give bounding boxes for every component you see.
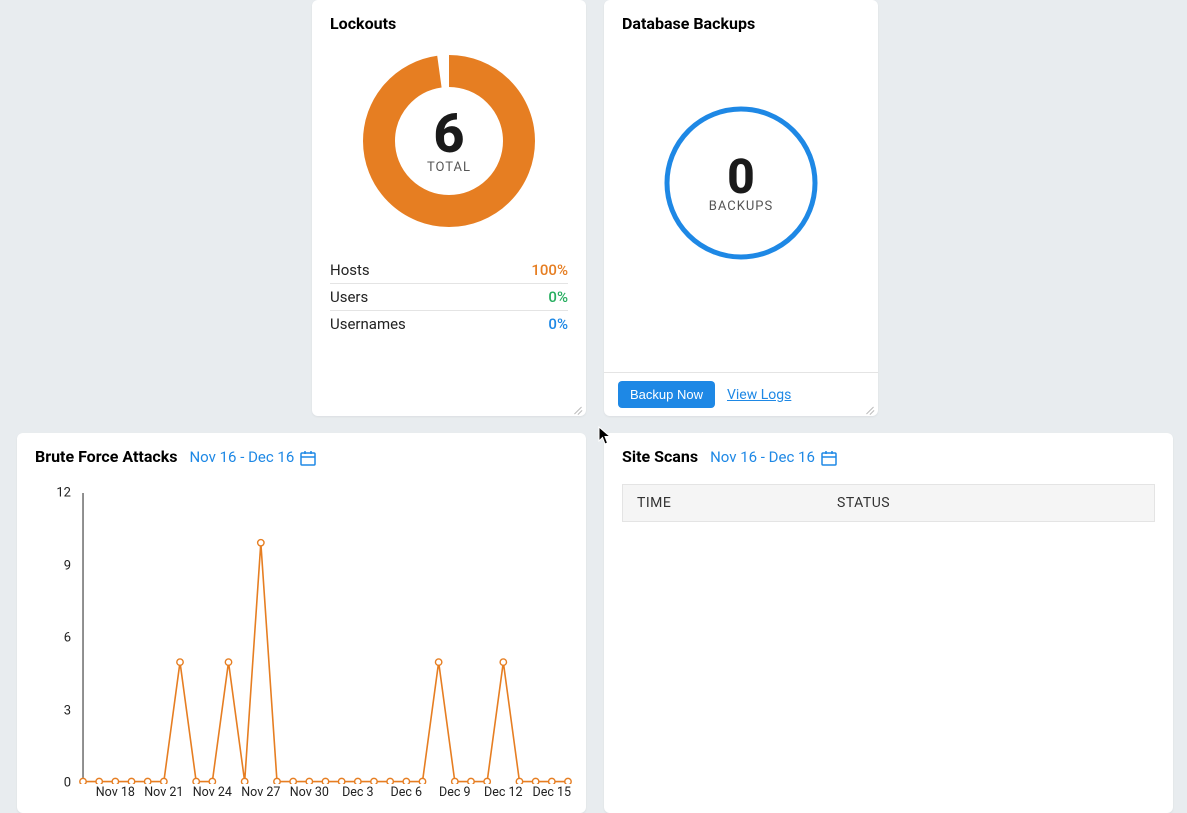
- breakdown-value: 0%: [548, 288, 568, 306]
- bruteforce-card: Brute Force Attacks Nov 16 - Dec 16 0 3 6 9…: [17, 433, 586, 813]
- chart-x-axis: Nov 18 Nov 21 Nov 24 Nov 27 Nov 30 Dec 3 Dec 6…: [75, 785, 576, 803]
- bruteforce-title: Brute Force Attacks: [35, 447, 177, 466]
- col-status-header: STATUS: [823, 485, 1154, 521]
- breakdown-row-users: Users 0%: [330, 283, 568, 310]
- breakdown-label: Users: [330, 288, 368, 306]
- sitescans-date-range[interactable]: Nov 16 - Dec 16: [710, 448, 837, 466]
- x-tick: Dec 3: [342, 785, 374, 800]
- x-tick: Dec 9: [439, 785, 471, 800]
- backups-title: Database Backups: [622, 14, 860, 33]
- x-tick: Nov 21: [144, 785, 183, 800]
- x-tick: Dec 6: [391, 785, 423, 800]
- y-tick: 9: [47, 558, 71, 573]
- calendar-icon: [821, 450, 837, 464]
- lockouts-total-value: 6: [433, 108, 464, 162]
- breakdown-label: Usernames: [330, 315, 406, 333]
- breakdown-label: Hosts: [330, 261, 370, 279]
- x-tick: Nov 24: [193, 785, 232, 800]
- breakdown-row-hosts: Hosts 100%: [330, 257, 568, 283]
- lockouts-title: Lockouts: [330, 14, 568, 33]
- table-header-row: TIME STATUS: [622, 484, 1155, 522]
- backups-card: Database Backups 0 BACKUPS Backup Now Vi…: [604, 0, 878, 416]
- backups-circle-wrap: 0 BACKUPS: [622, 103, 860, 263]
- breakdown-value: 0%: [548, 315, 568, 333]
- lockouts-card: Lockouts 6 TOTAL Hosts 100% Users 0% Use…: [312, 0, 586, 416]
- x-tick: Nov 27: [241, 785, 280, 800]
- resize-handle[interactable]: [573, 404, 583, 414]
- backups-label: BACKUPS: [709, 199, 773, 214]
- backups-value: 0: [727, 153, 755, 201]
- x-tick: Dec 12: [484, 785, 523, 800]
- y-tick: 0: [47, 776, 71, 791]
- col-time-header: TIME: [623, 485, 823, 521]
- y-tick: 6: [47, 631, 71, 646]
- x-tick: Nov 30: [290, 785, 329, 800]
- x-tick: Dec 15: [533, 785, 572, 800]
- lockouts-donut: 6 TOTAL: [330, 51, 568, 231]
- backup-now-button[interactable]: Backup Now: [618, 381, 715, 408]
- y-tick: 3: [47, 703, 71, 718]
- y-tick: 12: [47, 486, 71, 501]
- backups-footer: Backup Now View Logs: [604, 372, 878, 416]
- date-range-text: Nov 16 - Dec 16: [710, 448, 815, 466]
- sitescans-title: Site Scans: [622, 447, 698, 466]
- sitescans-table: TIME STATUS: [622, 484, 1155, 522]
- bruteforce-date-range[interactable]: Nov 16 - Dec 16: [189, 448, 316, 466]
- bruteforce-chart: 036912 Nov 18Nov 21Nov 24Nov 27Nov 30Dec…: [47, 493, 576, 803]
- lockouts-total-label: TOTAL: [427, 160, 471, 175]
- x-tick: Nov 18: [96, 785, 135, 800]
- lockouts-breakdown: Hosts 100% Users 0% Usernames 0%: [330, 257, 568, 337]
- date-range-text: Nov 16 - Dec 16: [189, 448, 294, 466]
- chart-plot: [75, 493, 576, 784]
- view-logs-link[interactable]: View Logs: [727, 387, 791, 403]
- breakdown-value: 100%: [531, 261, 568, 279]
- breakdown-row-usernames: Usernames 0%: [330, 310, 568, 337]
- calendar-icon: [300, 450, 316, 464]
- resize-handle[interactable]: [865, 404, 875, 414]
- chart-y-axis: 036912: [47, 493, 75, 783]
- sitescans-card: Site Scans Nov 16 - Dec 16 TIME STATUS: [604, 433, 1173, 813]
